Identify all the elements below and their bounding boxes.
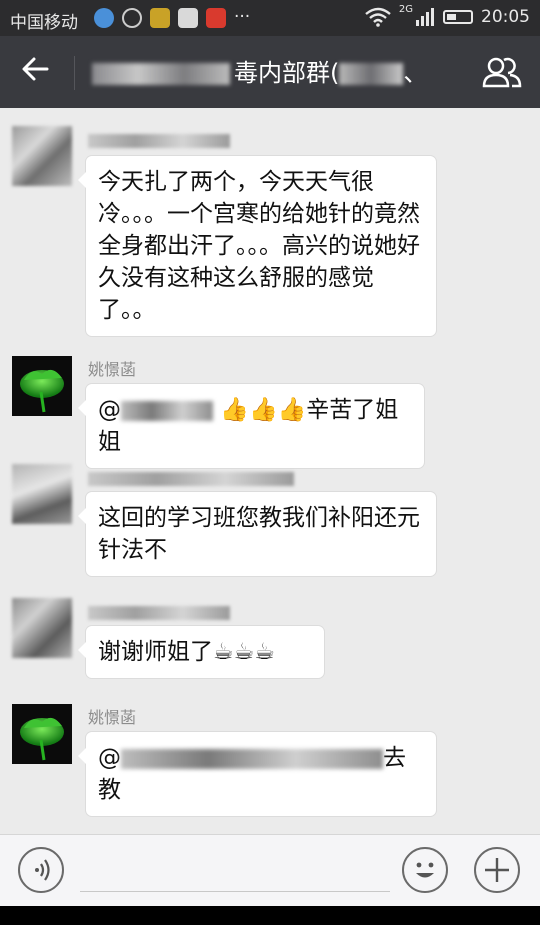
status-bar: 中国移动 ··· 2G 20:05 [0, 0, 540, 36]
avatar[interactable] [12, 356, 72, 416]
carrier-label: 中国移动 [10, 13, 78, 33]
back-arrow-icon [22, 57, 49, 81]
chat-title-tail: 、 [403, 59, 428, 87]
avatar[interactable] [12, 464, 72, 524]
mention-prefix: @ [98, 397, 121, 423]
mention-prefix: @ [98, 745, 121, 771]
redacted-text [92, 63, 230, 85]
news-app-icon [178, 8, 198, 28]
message-bubble[interactable]: @ 去 教 [78, 732, 436, 816]
battery-icon [443, 10, 473, 24]
avatar[interactable] [12, 126, 72, 186]
message-input[interactable] [80, 891, 390, 892]
system-navigation-bar [0, 906, 540, 925]
clock: 20:05 [481, 7, 530, 27]
more-actions-button[interactable] [474, 847, 520, 893]
sender-name [88, 602, 230, 622]
plus-icon [485, 858, 509, 882]
sender-name [88, 468, 294, 488]
signal-icon [416, 8, 434, 26]
group-info-button[interactable] [482, 56, 522, 92]
message-text: 这回的学习班您教我们补阳还元针法不 [98, 505, 420, 563]
message-text: 今天扎了两个，今天天气很冷。。。一个宫寒的给她针的竟然全身都出汗了。。。高兴的说… [98, 169, 420, 323]
chat-title: 毒内部群( 、 [92, 56, 427, 90]
leaf-avatar-image [20, 369, 64, 413]
redacted-text [339, 63, 404, 85]
message-text: 谢谢师姐了☕☕☕ [98, 639, 275, 665]
back-button[interactable] [20, 54, 50, 93]
divider [74, 56, 75, 90]
voice-button[interactable] [18, 847, 64, 893]
input-bar [0, 834, 540, 907]
chat-title-text: 毒内部群( [234, 59, 340, 87]
more-notifications: ··· [234, 7, 251, 27]
message-text: 教 [98, 777, 121, 803]
message-bubble[interactable]: @ 👍👍👍辛苦了姐姐 [78, 384, 424, 468]
voice-icon [35, 859, 50, 881]
sender-name [88, 130, 230, 150]
video-app-icon [206, 8, 226, 28]
emoji-icon [416, 862, 434, 878]
network-type-label: 2G [398, 3, 413, 15]
browser-icon [94, 8, 114, 28]
sender-name: 姚憬菡 [88, 360, 137, 379]
chat-title-bar: 毒内部群( 、 [0, 36, 540, 108]
message-text: 去 [383, 745, 406, 771]
message-bubble[interactable]: 谢谢师姐了☕☕☕ [78, 626, 324, 678]
sender-name: 姚憬菡 [88, 708, 137, 727]
app-icon [150, 8, 170, 28]
emoji-button[interactable] [402, 847, 448, 893]
group-members-icon [482, 57, 522, 88]
leaf-avatar-image [20, 717, 64, 761]
avatar[interactable] [12, 704, 72, 764]
message-bubble[interactable]: 这回的学习班您教我们补阳还元针法不 [78, 492, 436, 576]
message-bubble[interactable]: 今天扎了两个，今天天气很冷。。。一个宫寒的给她针的竟然全身都出汗了。。。高兴的说… [78, 156, 436, 336]
notification-icons: ··· [94, 8, 250, 28]
avatar[interactable] [12, 598, 72, 658]
redacted-mention [121, 400, 213, 421]
sync-icon [122, 8, 142, 28]
wifi-icon [365, 7, 391, 27]
redacted-text [121, 748, 383, 769]
